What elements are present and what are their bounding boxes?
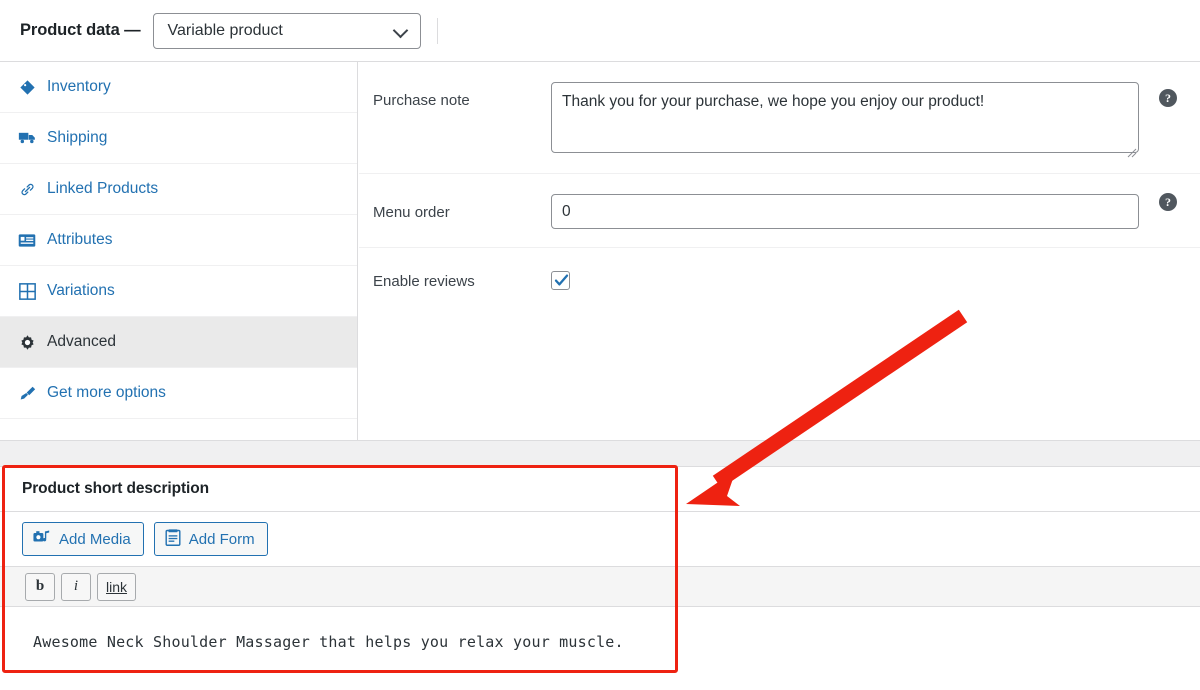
product-type-value: Variable product [167,21,283,39]
short-description-text: Awesome Neck Shoulder Massager that help… [33,633,624,651]
product-data-tabs: Inventory Shipping Linked Products Attri… [0,62,358,440]
grid-icon [16,280,38,302]
bold-button[interactable]: b [25,572,55,601]
menu-order-input[interactable] [551,194,1139,229]
add-media-button[interactable]: Add Media [22,522,144,556]
sidebar-item-label: Get more options [47,384,166,401]
sidebar-item-get-more-options[interactable]: Get more options [0,368,357,419]
media-buttons-row: Add Media Add Form [0,512,1200,567]
list-card-icon [16,229,38,251]
sidebar-item-label: Inventory [47,78,111,95]
link-button[interactable]: link [97,572,137,601]
short-description-title: Product short description [22,480,209,497]
form-icon [165,528,181,550]
tag-icon [16,76,38,98]
field-row-purchase-note: Purchase note ? [359,62,1200,174]
enable-reviews-label: Enable reviews [373,273,475,290]
gear-icon [16,331,38,353]
chevron-down-icon [394,24,408,38]
sidebar-item-label: Attributes [47,231,113,248]
add-form-button[interactable]: Add Form [153,522,268,556]
sidebar-item-label: Advanced [47,333,116,350]
field-row-menu-order: Menu order ? [359,174,1200,248]
sidebar-item-label: Variations [47,282,115,299]
product-data-fields: Purchase note ? Menu order ? Enable [359,62,1200,440]
sidebar-item-variations[interactable]: Variations [0,266,357,317]
purchase-note-input[interactable] [551,82,1139,153]
sidebar-item-attributes[interactable]: Attributes [0,215,357,266]
help-icon[interactable]: ? [1159,89,1177,107]
sidebar-item-inventory[interactable]: Inventory [0,62,357,113]
page-title: Product data — [20,21,141,39]
sidebar-item-shipping[interactable]: Shipping [0,113,357,164]
sidebar-item-advanced[interactable]: Advanced [0,317,357,368]
enable-reviews-checkbox[interactable] [551,271,570,290]
short-description-title-row: Product short description [0,467,1200,512]
product-short-description-panel: Product short description Add Media Add … [0,466,1200,690]
add-media-label: Add Media [59,530,131,548]
truck-icon [16,127,38,149]
purchase-note-label: Purchase note [373,92,470,109]
short-description-editor[interactable]: Awesome Neck Shoulder Massager that help… [0,607,1200,689]
add-form-label: Add Form [188,530,255,548]
product-data-panel: Product data — Variable product Inventor… [0,0,1200,441]
format-toolbar: b i link [0,567,1200,607]
product-data-header: Product data — Variable product [0,0,1200,62]
product-data-body: Inventory Shipping Linked Products Attri… [0,62,1200,440]
sidebar-item-linked-products[interactable]: Linked Products [0,164,357,215]
field-row-enable-reviews: Enable reviews [359,248,1200,318]
screen: Product data — Variable product Inventor… [0,0,1200,690]
italic-button[interactable]: i [61,572,91,601]
product-type-select[interactable]: Variable product [152,12,421,49]
link-icon [16,178,38,200]
sidebar-item-label: Shipping [47,129,108,146]
help-icon[interactable]: ? [1159,193,1177,211]
plugin-icon [16,382,38,404]
header-divider [436,17,438,44]
media-icon [33,529,51,549]
menu-order-label: Menu order [373,204,450,221]
sidebar-item-label: Linked Products [47,180,159,197]
